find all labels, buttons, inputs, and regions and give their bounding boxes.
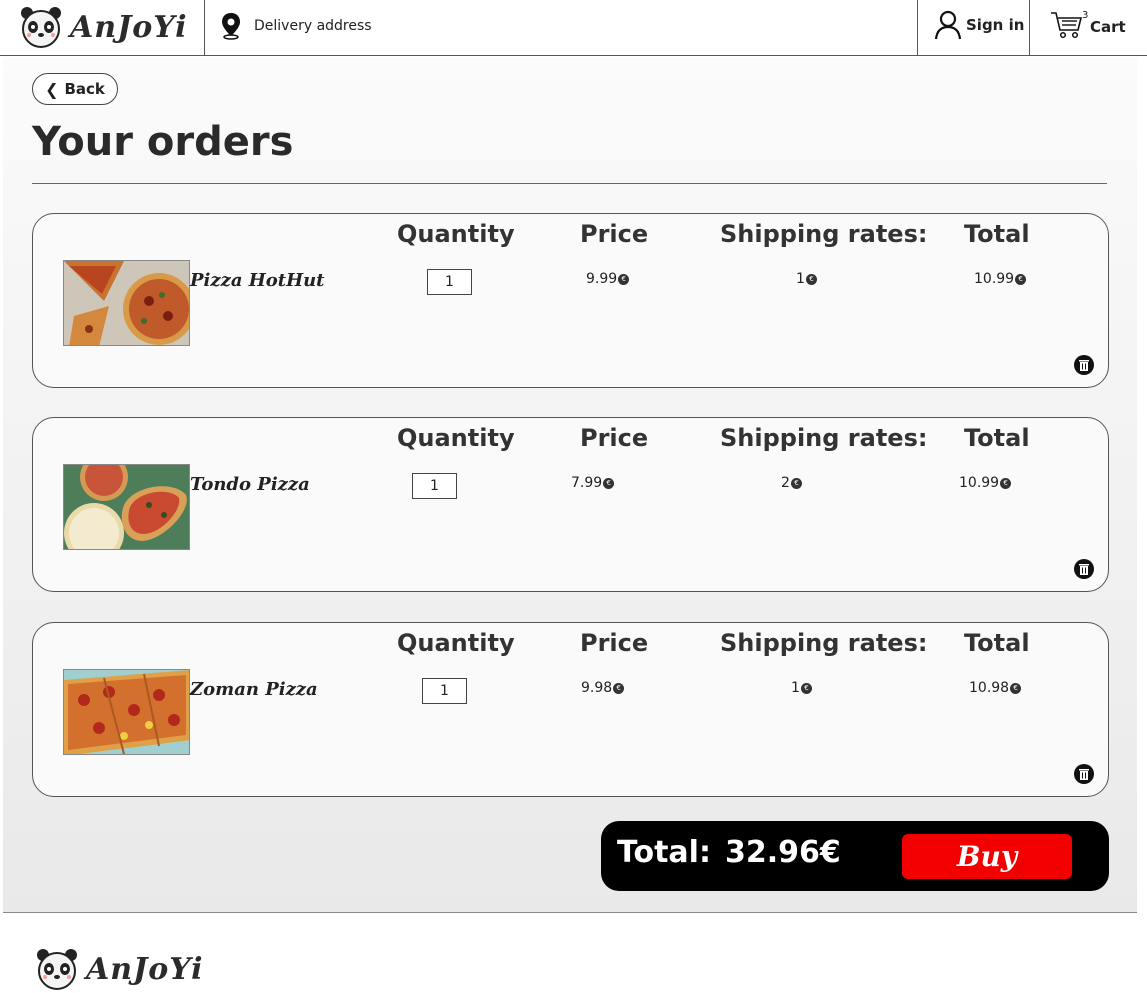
trash-icon[interactable] bbox=[1074, 355, 1094, 375]
product-image bbox=[63, 464, 190, 550]
euro-icon: € bbox=[603, 477, 615, 489]
orders-section: ❮ Back Your orders Quantity Price Shippi… bbox=[3, 57, 1137, 913]
price-value: 9.98 € bbox=[581, 680, 625, 696]
header-divider bbox=[204, 0, 205, 56]
quantity-input[interactable]: 1 bbox=[422, 678, 467, 704]
user-icon bbox=[934, 10, 962, 40]
delivery-address-button[interactable]: Delivery address bbox=[220, 12, 372, 40]
euro-icon: € bbox=[805, 273, 817, 285]
euro-icon: € bbox=[1015, 273, 1027, 285]
price-header: Price bbox=[580, 424, 649, 452]
top-header: AnJoYi Delivery address Sign in 3 Cart bbox=[0, 0, 1147, 56]
euro-icon: € bbox=[1000, 477, 1012, 489]
quantity-header: Quantity bbox=[397, 220, 515, 248]
trash-icon[interactable] bbox=[1074, 764, 1094, 784]
order-total-bar: Total: 32.96€ Buy bbox=[601, 821, 1109, 891]
back-label: Back bbox=[64, 80, 105, 98]
price-header: Price bbox=[580, 629, 649, 657]
product-image bbox=[63, 669, 190, 755]
quantity-input[interactable]: 1 bbox=[427, 269, 472, 295]
chevron-left-icon: ❮ bbox=[45, 79, 59, 99]
euro-icon: € bbox=[790, 477, 802, 489]
cart-button[interactable]: 3 Cart bbox=[1050, 10, 1126, 40]
location-pin-icon bbox=[222, 13, 240, 40]
page-title: Your orders bbox=[32, 119, 294, 165]
header-divider bbox=[1029, 0, 1030, 56]
order-card: Quantity Price Shipping rates: Total Ton… bbox=[32, 417, 1109, 592]
header-logo[interactable]: AnJoYi bbox=[18, 4, 188, 50]
total-header: Total bbox=[964, 424, 1030, 452]
shipping-header: Shipping rates: bbox=[720, 220, 928, 248]
sign-in-button[interactable]: Sign in bbox=[934, 10, 1024, 40]
buy-button[interactable]: Buy bbox=[902, 834, 1072, 879]
quantity-input[interactable]: 1 bbox=[412, 473, 457, 499]
cart-label: Cart bbox=[1090, 18, 1126, 36]
cart-icon bbox=[1051, 12, 1083, 39]
quantity-header: Quantity bbox=[397, 629, 515, 657]
total-value: 10.99 € bbox=[974, 271, 1027, 287]
euro-icon: € bbox=[618, 273, 630, 285]
product-name: Zoman Pizza bbox=[190, 679, 318, 700]
footer-logo[interactable]: AnJoYi bbox=[34, 946, 204, 992]
sign-in-label: Sign in bbox=[966, 16, 1025, 34]
shipping-header: Shipping rates: bbox=[720, 424, 928, 452]
shipping-header: Shipping rates: bbox=[720, 629, 928, 657]
euro-icon: € bbox=[613, 682, 625, 694]
footer-brand-name: AnJoYi bbox=[86, 951, 204, 987]
quantity-header: Quantity bbox=[397, 424, 515, 452]
euro-icon: € bbox=[800, 682, 812, 694]
product-image bbox=[63, 260, 190, 346]
shipping-value: 2 € bbox=[781, 475, 802, 491]
price-value: 7.99 € bbox=[571, 475, 615, 491]
grand-total-value: 32.96€ bbox=[725, 835, 841, 870]
delivery-address-label: Delivery address bbox=[254, 18, 372, 34]
price-value: 9.99 € bbox=[586, 271, 630, 287]
panda-logo-icon bbox=[21, 7, 61, 48]
total-label: Total: bbox=[617, 835, 711, 870]
shipping-value: 1 € bbox=[791, 680, 812, 696]
title-divider bbox=[32, 183, 1107, 184]
price-header: Price bbox=[580, 220, 649, 248]
total-header: Total bbox=[964, 220, 1030, 248]
total-header: Total bbox=[964, 629, 1030, 657]
back-button[interactable]: ❮ Back bbox=[32, 73, 118, 105]
product-name: Tondo Pizza bbox=[190, 474, 310, 495]
trash-icon[interactable] bbox=[1074, 559, 1094, 579]
total-value: 10.98 € bbox=[969, 680, 1022, 696]
panda-logo-icon bbox=[37, 949, 77, 990]
order-card: Quantity Price Shipping rates: Total Piz… bbox=[32, 213, 1109, 388]
brand-name: AnJoYi bbox=[70, 9, 188, 45]
header-divider bbox=[917, 0, 918, 56]
order-card: Quantity Price Shipping rates: Total Zom… bbox=[32, 622, 1109, 797]
total-value: 10.99 € bbox=[959, 475, 1012, 491]
product-name: Pizza HotHut bbox=[190, 270, 325, 291]
cart-count-badge: 3 bbox=[1082, 10, 1089, 21]
shipping-value: 1 € bbox=[796, 271, 817, 287]
euro-icon: € bbox=[1010, 682, 1022, 694]
